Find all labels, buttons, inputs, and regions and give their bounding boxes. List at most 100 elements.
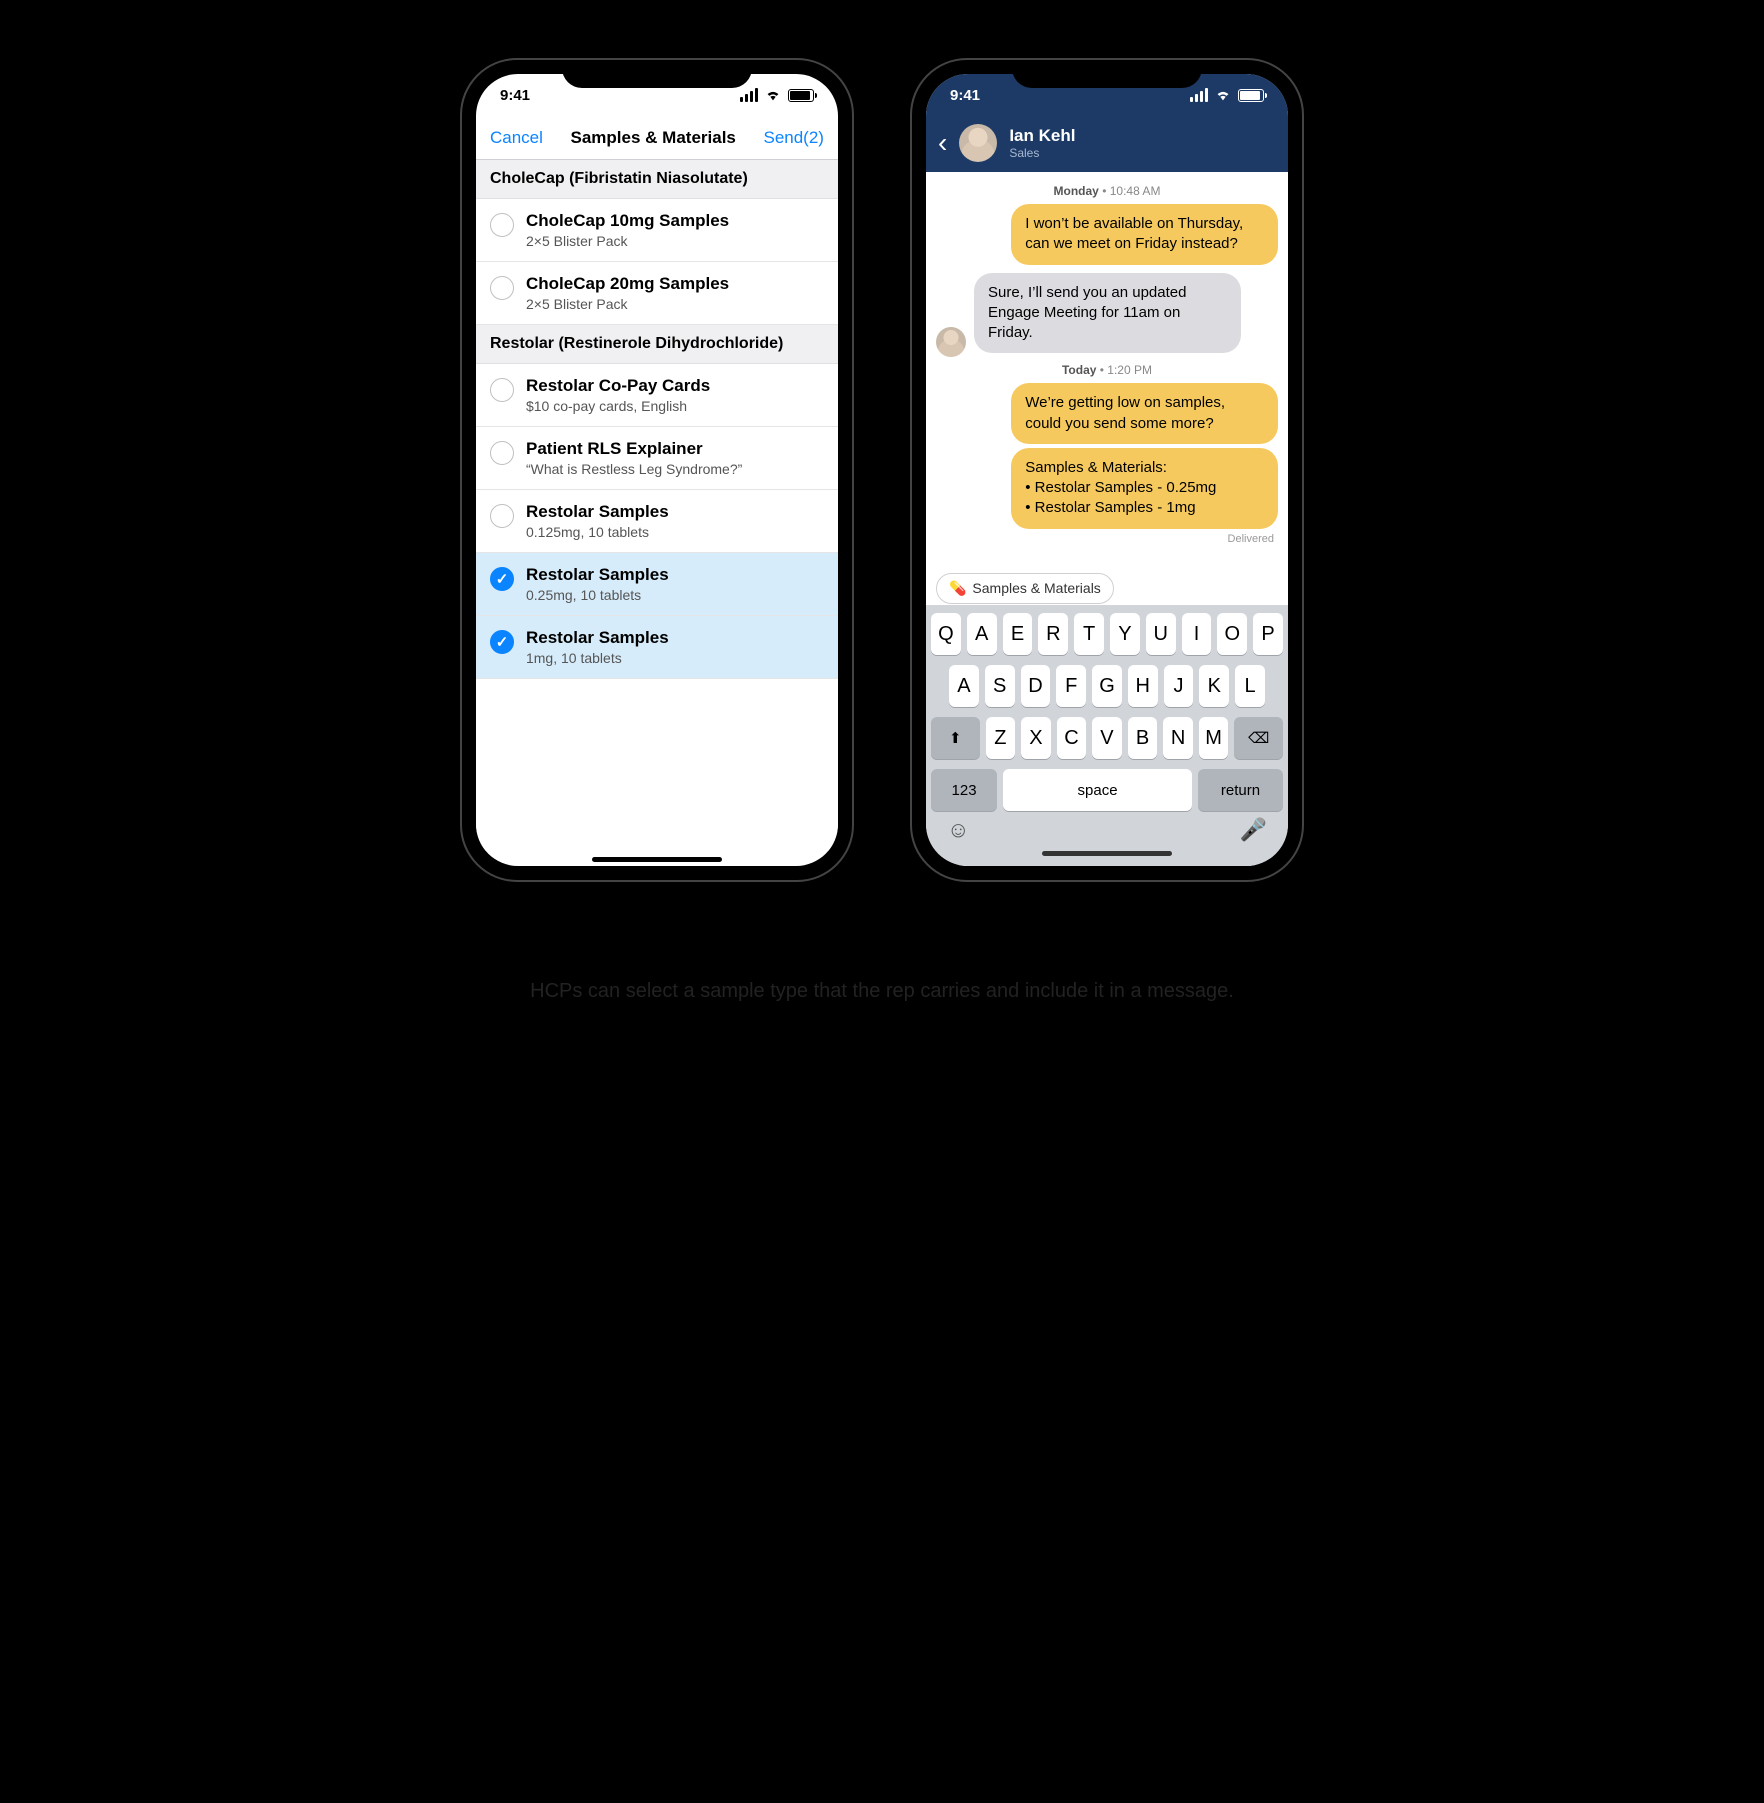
back-icon[interactable]: ‹ [938,129,947,157]
signal-icon [1190,88,1208,102]
key-u[interactable]: U [1146,613,1176,655]
key-s[interactable]: S [985,665,1015,707]
sample-item-sub: “What is Restless Leg Syndrome?” [526,461,742,477]
sample-item-sub: 0.25mg, 10 tablets [526,587,669,603]
sample-item-sub: 2×5 Blister Pack [526,233,729,249]
shift-key[interactable]: ⬆ [931,717,980,759]
key-x[interactable]: X [1021,717,1051,759]
keyboard[interactable]: QAERTYUIOP ASDFGHJKL ⬆ ZXCVBNM ⌫ 123 spa… [926,605,1288,866]
sample-item-sub: 2×5 Blister Pack [526,296,729,312]
unchecked-circle-icon[interactable] [490,504,514,528]
key-b[interactable]: B [1128,717,1158,759]
message-received: Sure, I’ll send you an updated Engage Me… [974,273,1241,354]
sample-item-title: Restolar Samples [526,565,669,585]
key-q[interactable]: Q [931,613,961,655]
battery-icon [1238,89,1264,102]
notch [1012,60,1202,88]
avatar[interactable] [959,124,997,162]
key-d[interactable]: D [1021,665,1051,707]
delivered-label: Delivered [936,533,1274,545]
battery-icon [788,89,814,102]
key-l[interactable]: L [1235,665,1265,707]
phone-right: 9:41 ‹ Ian Kehl Sales Monday • 10:48 AM … [912,60,1302,880]
key-f[interactable]: F [1056,665,1086,707]
chat-body[interactable]: Monday • 10:48 AM I won’t be available o… [926,172,1288,605]
key-p[interactable]: P [1253,613,1283,655]
sample-item[interactable]: Restolar Samples 0.25mg, 10 tablets [476,553,838,616]
message-sent: Samples & Materials: • Restolar Samples … [1011,448,1278,529]
chip-label: Samples & Materials [972,580,1100,596]
contact-role: Sales [1009,146,1075,160]
key-n[interactable]: N [1163,717,1193,759]
samples-list: CholeCap (Fibristatin Niasolutate)CholeC… [476,160,838,851]
key-o[interactable]: O [1217,613,1247,655]
key-j[interactable]: J [1164,665,1194,707]
checkmark-icon[interactable] [490,567,514,591]
home-indicator[interactable] [592,857,722,862]
contact-name: Ian Kehl [1009,126,1075,146]
status-time: 9:41 [500,87,530,104]
wifi-icon [764,88,782,102]
key-z[interactable]: Z [986,717,1016,759]
unchecked-circle-icon[interactable] [490,378,514,402]
key-a[interactable]: A [967,613,997,655]
key-k[interactable]: K [1199,665,1229,707]
key-m[interactable]: M [1199,717,1229,759]
return-key[interactable]: return [1198,769,1283,811]
key-r[interactable]: R [1038,613,1068,655]
key-h[interactable]: H [1128,665,1158,707]
key-i[interactable]: I [1182,613,1212,655]
sample-item[interactable]: Restolar Co-Pay Cards $10 co-pay cards, E… [476,364,838,427]
key-g[interactable]: G [1092,665,1122,707]
sample-item-title: Restolar Co-Pay Cards [526,376,710,396]
message-sent: I won’t be available on Thursday, can we… [1011,204,1278,265]
cancel-button[interactable]: Cancel [490,128,543,148]
home-indicator[interactable] [1042,851,1172,856]
section-header: CholeCap (Fibristatin Niasolutate) [476,160,838,199]
mic-icon[interactable]: 🎤 [1240,817,1267,843]
sample-item-title: Restolar Samples [526,502,669,522]
wifi-icon [1214,88,1232,102]
signal-icon [740,88,758,102]
backspace-key[interactable]: ⌫ [1234,717,1283,759]
key-a[interactable]: A [949,665,979,707]
numbers-key[interactable]: 123 [931,769,997,811]
sample-item-sub: 1mg, 10 tablets [526,650,669,666]
sample-item-title: CholeCap 20mg Samples [526,274,729,294]
phone-left: 9:41 Cancel Samples & Materials Send(2) … [462,60,852,880]
sample-item[interactable]: CholeCap 20mg Samples 2×5 Blister Pack [476,262,838,325]
caption: HCPs can select a sample type that the r… [80,980,1684,1003]
unchecked-circle-icon[interactable] [490,213,514,237]
samples-chip[interactable]: 💊 Samples & Materials [936,573,1114,604]
sample-item-sub: $10 co-pay cards, English [526,398,710,414]
checkmark-icon[interactable] [490,630,514,654]
unchecked-circle-icon[interactable] [490,441,514,465]
key-e[interactable]: E [1003,613,1033,655]
key-c[interactable]: C [1057,717,1087,759]
notch [562,60,752,88]
emoji-icon[interactable]: ☺ [947,817,969,843]
sample-item-sub: 0.125mg, 10 tablets [526,524,669,540]
sample-item[interactable]: Patient RLS Explainer “What is Restless L… [476,427,838,490]
section-header: Restolar (Restinerole Dihydrochloride) [476,325,838,364]
sample-item[interactable]: CholeCap 10mg Samples 2×5 Blister Pack [476,199,838,262]
page-title: Samples & Materials [571,128,736,148]
space-key[interactable]: space [1003,769,1192,811]
time-separator: Today • 1:20 PM [936,363,1278,377]
sample-item[interactable]: Restolar Samples 0.125mg, 10 tablets [476,490,838,553]
nav-bar: Cancel Samples & Materials Send(2) [476,116,838,160]
pill-icon: 💊 [949,580,966,597]
key-t[interactable]: T [1074,613,1104,655]
sample-item-title: CholeCap 10mg Samples [526,211,729,231]
send-button[interactable]: Send(2) [763,128,823,148]
avatar-small [936,327,966,357]
unchecked-circle-icon[interactable] [490,276,514,300]
key-v[interactable]: V [1092,717,1122,759]
sample-item[interactable]: Restolar Samples 1mg, 10 tablets [476,616,838,679]
message-sent: We’re getting low on samples, could you … [1011,383,1278,444]
time-separator: Monday • 10:48 AM [936,184,1278,198]
chat-header: ‹ Ian Kehl Sales [926,116,1288,172]
key-y[interactable]: Y [1110,613,1140,655]
sample-item-title: Patient RLS Explainer [526,439,742,459]
sample-item-title: Restolar Samples [526,628,669,648]
